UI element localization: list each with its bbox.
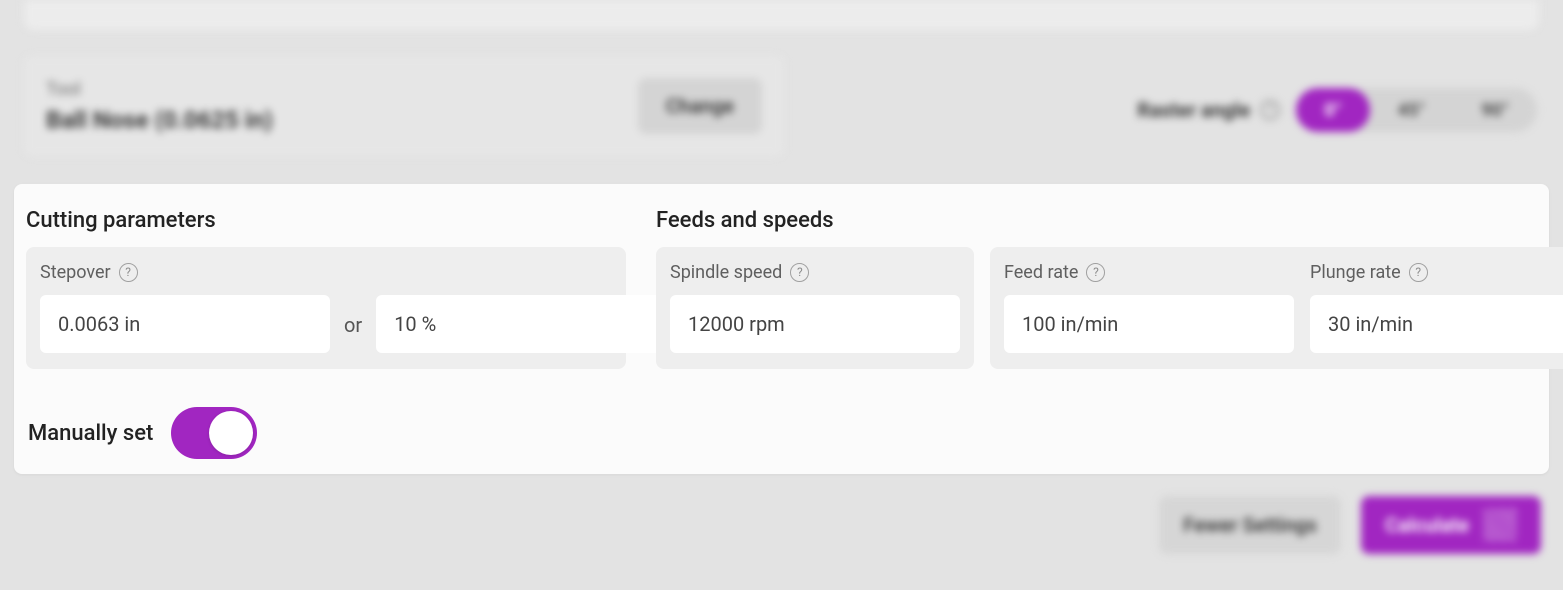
stepover-percent-input[interactable] xyxy=(376,295,666,353)
calculate-label: Calculate xyxy=(1385,513,1469,537)
tool-panel: Tool Ball Nose (0.0625 in) Change xyxy=(24,56,784,156)
top-strip xyxy=(24,0,1539,30)
plunge-rate-input[interactable] xyxy=(1310,295,1563,353)
help-icon[interactable]: ? xyxy=(1086,263,1105,282)
help-icon[interactable]: ? xyxy=(119,263,138,282)
raster-angle-pills: 0° 45° 90° xyxy=(1296,88,1537,132)
stepover-group: Stepover ? or xyxy=(26,247,626,369)
raster-angle-group: Raster angle ? 0° 45° 90° xyxy=(1137,88,1537,132)
help-icon[interactable]: ? xyxy=(1409,263,1428,282)
stepover-or-text: or xyxy=(344,313,362,353)
help-icon[interactable]: ? xyxy=(790,263,809,282)
calculate-icon xyxy=(1483,508,1517,542)
feed-rate-label: Feed rate xyxy=(1004,262,1078,283)
cutting-parameters-title: Cutting parameters xyxy=(26,208,626,233)
manual-set-label: Manually set xyxy=(28,421,153,446)
raster-angle-label: Raster angle xyxy=(1137,98,1250,122)
manual-set-toggle[interactable] xyxy=(171,407,257,459)
calculate-button[interactable]: Calculate xyxy=(1361,496,1541,554)
plunge-rate-label: Plunge rate xyxy=(1310,262,1401,283)
stepover-distance-input[interactable] xyxy=(40,295,330,353)
manual-set-row: Manually set xyxy=(28,407,626,459)
bottom-buttons: Fewer Settings Calculate xyxy=(1159,496,1541,554)
fewer-settings-button[interactable]: Fewer Settings xyxy=(1159,496,1341,554)
raster-angle-option-90[interactable]: 90° xyxy=(1453,88,1537,132)
feed-rate-input[interactable] xyxy=(1004,295,1294,353)
toggle-knob xyxy=(209,411,253,455)
feeds-speeds-title: Feeds and speeds xyxy=(656,208,1563,233)
tool-label: Tool xyxy=(46,79,273,100)
raster-angle-option-0[interactable]: 0° xyxy=(1296,88,1369,132)
parameters-card: Cutting parameters Stepover ? or Manuall… xyxy=(14,184,1549,474)
change-tool-button[interactable]: Change xyxy=(638,78,762,134)
help-icon[interactable]: ? xyxy=(1260,100,1280,120)
stepover-label: Stepover xyxy=(40,262,111,283)
tool-text: Tool Ball Nose (0.0625 in) xyxy=(46,79,273,134)
tool-value: Ball Nose (0.0625 in) xyxy=(46,106,273,134)
spindle-speed-label: Spindle speed xyxy=(670,262,782,283)
spindle-speed-input[interactable] xyxy=(670,295,960,353)
raster-angle-option-45[interactable]: 45° xyxy=(1370,88,1454,132)
